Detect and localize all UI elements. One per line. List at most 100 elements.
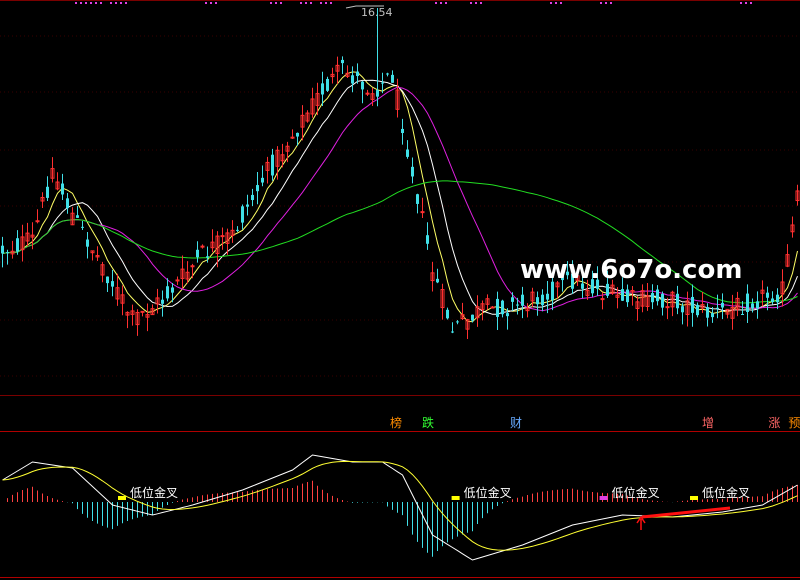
top-marker	[85, 2, 87, 4]
candle-body	[691, 296, 694, 313]
candle-body	[711, 313, 714, 318]
candle-body	[66, 198, 69, 209]
candle-body	[206, 256, 209, 258]
candle-body	[381, 82, 384, 84]
candle-body	[766, 292, 769, 298]
top-marker	[300, 2, 302, 4]
macd-panel	[2, 454, 798, 561]
top-marker	[100, 2, 102, 4]
candle-body	[696, 304, 699, 316]
top-marker	[325, 2, 327, 4]
top-marker	[610, 2, 612, 4]
top-marker	[270, 2, 272, 4]
top-marker	[435, 2, 437, 4]
candle-body	[166, 286, 169, 299]
signal-label: 低位金叉	[702, 485, 750, 500]
top-marker	[550, 2, 552, 4]
candle-body	[190, 265, 195, 268]
signal-marker	[451, 496, 460, 500]
candle-body	[271, 154, 274, 176]
candle-body	[246, 204, 249, 207]
candle-body	[661, 293, 664, 308]
candle-body	[61, 183, 64, 195]
candle-body	[326, 78, 329, 91]
candle-body	[81, 226, 84, 228]
signal-marker	[599, 496, 608, 500]
top-marker	[740, 2, 742, 4]
top-marker	[95, 2, 97, 4]
top-marker	[475, 2, 477, 4]
top-marker	[115, 2, 117, 4]
candle-body	[456, 321, 459, 323]
candle-body	[401, 128, 404, 133]
top-marker	[600, 2, 602, 4]
candle-body	[756, 301, 759, 309]
candle-body	[6, 252, 9, 254]
candle-body	[16, 238, 19, 252]
stock-chart: 榜 跌 财 增 涨预 低位金叉 低位金叉 低位金叉 低位金叉 16.54 www.6o7o.c…	[0, 0, 800, 578]
candle-body	[626, 289, 629, 303]
candle-body	[496, 298, 499, 317]
candle-body	[541, 294, 544, 306]
candle-body	[511, 297, 514, 302]
top-marker	[110, 2, 112, 4]
top-marker	[310, 2, 312, 4]
event-tag: 预	[788, 416, 800, 430]
candle-body	[751, 303, 754, 309]
candle-body	[365, 92, 370, 95]
candle-body	[746, 293, 749, 312]
event-tag: 增	[702, 416, 714, 430]
candle-body	[261, 177, 264, 183]
candle-body	[665, 306, 670, 309]
top-marker	[80, 2, 82, 4]
top-marker	[205, 2, 207, 4]
candle-body	[236, 229, 239, 231]
candle-body	[436, 278, 439, 283]
signal-label: 低位金叉	[130, 485, 178, 500]
top-marker	[210, 2, 212, 4]
top-marker	[320, 2, 322, 4]
top-marker	[440, 2, 442, 4]
candle-body	[651, 293, 654, 303]
candle-body	[200, 245, 205, 248]
candle-body	[386, 73, 389, 75]
signal-label: 低位金叉	[612, 485, 660, 500]
candle-body	[411, 166, 414, 177]
candle-body	[536, 297, 539, 305]
top-marker	[470, 2, 472, 4]
top-marker	[125, 2, 127, 4]
signal-marker	[690, 496, 698, 500]
candle-body	[1, 245, 4, 254]
top-marker	[275, 2, 277, 4]
candle-body	[361, 81, 364, 90]
candle-body	[341, 59, 344, 64]
candle-body	[196, 249, 199, 258]
candlesticks	[1, 5, 800, 340]
top-marker	[745, 2, 747, 4]
top-marker	[750, 2, 752, 4]
candle-body	[290, 136, 295, 139]
candle-body	[621, 289, 624, 301]
top-marker	[280, 2, 282, 4]
candle-body	[426, 235, 429, 244]
candle-body	[546, 293, 549, 300]
top-marker	[480, 2, 482, 4]
candle-body	[376, 90, 379, 97]
candle-body	[776, 294, 779, 303]
candle-body	[296, 132, 299, 137]
candle-body	[35, 220, 40, 223]
event-tag: 榜	[390, 415, 402, 430]
signal-marker	[118, 496, 126, 500]
candle-body	[420, 211, 425, 214]
max-price-label: 16.54	[361, 6, 393, 19]
top-marker	[560, 2, 562, 4]
watermark-text: www.6o7o.com	[520, 255, 742, 285]
candle-body	[356, 71, 359, 77]
candle-body	[471, 314, 474, 321]
candle-body	[521, 294, 524, 306]
candle-body	[220, 235, 225, 238]
candle-body	[506, 313, 509, 317]
event-tag: 涨	[768, 415, 780, 430]
dea-line	[2, 460, 798, 551]
candle-body	[721, 302, 724, 308]
